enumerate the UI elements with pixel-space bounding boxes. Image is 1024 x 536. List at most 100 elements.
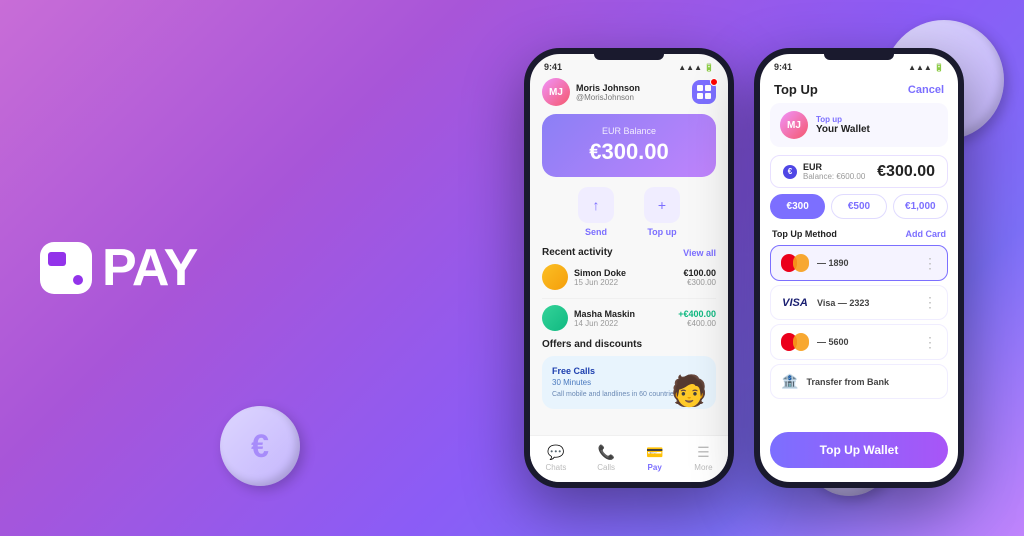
wallet-avatar: MJ [780,111,808,139]
recent-activity-title: Recent activity [542,247,613,258]
user-handle: @MorisJohnson [576,93,692,102]
topup-wallet-button[interactable]: Top Up Wallet [770,432,948,468]
pay-logo-icon [40,242,92,294]
mastercard-icon-2 [781,333,809,351]
activity-main-2: +€400.00 [678,309,716,319]
activity-date-1: 15 Jun 2022 [574,278,683,287]
activity-name-1: Simon Doke [574,268,683,278]
send-icon: ↑ [578,187,614,223]
card-number-2323: Visa — 2323 [817,298,915,308]
add-card-link[interactable]: Add Card [906,229,947,239]
payment-method-mastercard-1890[interactable]: — 1890 ⋮ [770,245,948,281]
user-info: Moris Johnson @MorisJohnson [576,83,692,102]
activity-amounts-2: +€400.00 €400.00 [678,309,716,328]
bank-transfer-label: Transfer from Bank [806,377,937,387]
method-header: Top Up Method Add Card [760,229,958,239]
visa-icon: VISA [781,297,809,309]
chats-label: Chats [545,463,566,472]
action-buttons: ↑ Send + Top up [542,187,716,237]
nav-calls[interactable]: 📞 Calls [597,444,615,472]
offers-title: Offers and discounts [542,339,642,350]
user-name: Moris Johnson [576,83,692,93]
topup-header: Top Up Cancel [760,74,958,103]
card-number-1890: — 1890 [817,258,915,268]
chip-500[interactable]: €500 [831,194,886,219]
more-label: More [694,463,712,472]
method-title: Top Up Method [772,229,837,239]
bg-euro-coin-bottom-left: € [220,406,300,486]
pay-logo-text: PAY [102,238,197,298]
offers-header: Offers and discounts [542,339,716,350]
wallet-info: Top up Your Wallet [816,115,938,135]
activity-info-1: Simon Doke 15 Jun 2022 [574,268,683,287]
pay-logo: PAY [40,238,197,298]
bottom-nav: 💬 Chats 📞 Calls 💳 Pay ☰ More [530,435,728,482]
balance-label: EUR Balance [554,126,704,136]
wallet-name: Your Wallet [816,124,938,135]
topup-screen-title: Top Up [774,82,818,97]
more-icon: ☰ [697,444,710,461]
currency-left: € EUR Balance: €600.00 [783,162,865,181]
status-bar-1: 9:41 ▲▲▲ 🔋 [530,54,728,74]
activity-main-1: €100.00 [683,268,716,278]
phone-topup: 9:41 ▲▲▲ 🔋 Top Up Cancel MJ Top up Your … [754,48,964,488]
activity-amounts-1: €100.00 €300.00 [683,268,716,287]
send-button[interactable]: ↑ Send [578,187,614,237]
activity-item-2: Masha Maskin 14 Jun 2022 +€400.00 €400.0… [542,305,716,331]
activity-name-2: Masha Maskin [574,309,678,319]
card-more-2[interactable]: ⋮ [923,294,937,311]
phones-container: 9:41 ▲▲▲ 🔋 MJ Moris Johnson @MorisJohnso… [524,0,964,536]
phone-main: 9:41 ▲▲▲ 🔋 MJ Moris Johnson @MorisJohnso… [524,48,734,488]
amount-chips: €300 €500 €1,000 [760,194,958,219]
nav-chats[interactable]: 💬 Chats [545,444,566,472]
offers-figure: 🧑 [671,374,708,409]
nav-pay[interactable]: 💳 Pay [646,444,663,472]
phone2-content: Top Up Cancel MJ Top up Your Wallet € EU… [760,74,958,488]
card-more-3[interactable]: ⋮ [923,334,937,351]
balance-card: EUR Balance €300.00 [542,114,716,177]
eur-dot: € [783,165,797,179]
chip-300[interactable]: €300 [770,194,825,219]
payment-method-visa-2323[interactable]: VISA Visa — 2323 ⋮ [770,285,948,320]
balance-amount: €300.00 [554,139,704,165]
card-number-5600: — 5600 [817,337,915,347]
currency-name: EUR [803,162,865,172]
activity-date-2: 14 Jun 2022 [574,319,678,328]
calls-icon: 📞 [597,444,614,461]
chats-icon: 💬 [547,444,564,461]
send-label: Send [585,227,607,237]
bank-icon: 🏦 [781,373,798,390]
topup-label: Top up [647,227,676,237]
status-icons-2: ▲▲▲ 🔋 [908,63,944,72]
apps-icon[interactable] [692,80,716,104]
payment-method-mastercard-5600[interactable]: — 5600 ⋮ [770,324,948,360]
mastercard-icon [781,254,809,272]
card-more-1[interactable]: ⋮ [923,255,937,272]
activity-avatar-2 [542,305,568,331]
pay-label: Pay [648,463,662,472]
view-all-link[interactable]: View all [683,248,716,258]
payment-method-bank[interactable]: 🏦 Transfer from Bank [770,364,948,399]
wallet-row: MJ Top up Your Wallet [770,103,948,147]
wallet-tag: Top up [816,115,938,124]
status-bar-2: 9:41 ▲▲▲ 🔋 [760,54,958,74]
recent-activity-header: Recent activity View all [542,247,716,258]
calls-label: Calls [597,463,615,472]
time-1: 9:41 [544,62,562,72]
currency-info: EUR Balance: €600.00 [803,162,865,181]
activity-info-2: Masha Maskin 14 Jun 2022 [574,309,678,328]
activity-avatar-1 [542,264,568,290]
phone1-header: MJ Moris Johnson @MorisJohnson [542,74,716,114]
currency-row: € EUR Balance: €600.00 €300.00 [770,155,948,188]
activity-sub-1: €300.00 [683,278,716,287]
activity-sub-2: €400.00 [678,319,716,328]
activity-item-1: Simon Doke 15 Jun 2022 €100.00 €300.00 [542,264,716,290]
topup-button[interactable]: + Top up [644,187,680,237]
offers-card: Free Calls 30 Minutes Call mobile and la… [542,356,716,409]
time-2: 9:41 [774,62,792,72]
phone1-content: MJ Moris Johnson @MorisJohnson EUR Balan… [530,74,728,409]
user-avatar: MJ [542,78,570,106]
cancel-button[interactable]: Cancel [908,84,944,96]
chip-1000[interactable]: €1,000 [893,194,948,219]
nav-more[interactable]: ☰ More [694,444,712,472]
